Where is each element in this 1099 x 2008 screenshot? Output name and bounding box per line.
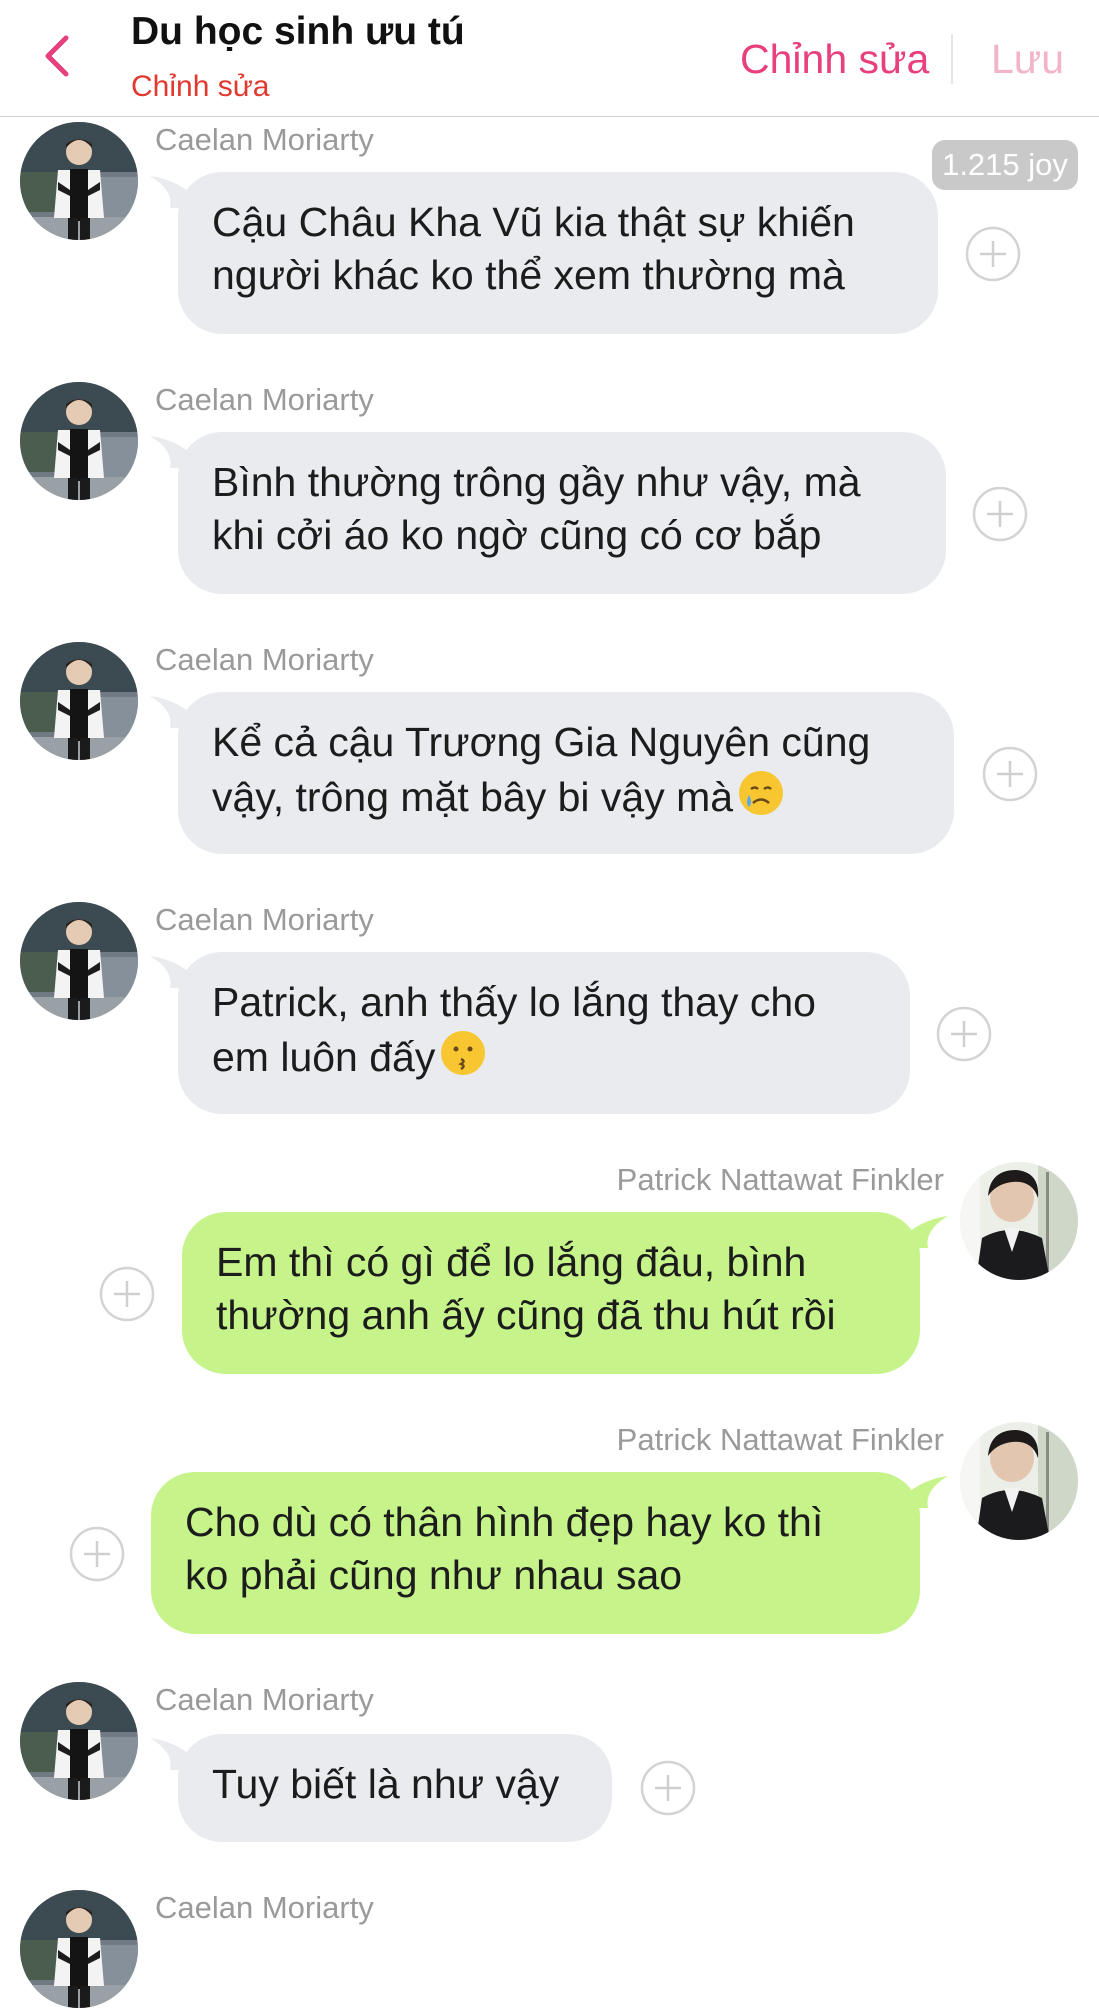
sender-name: Caelan Moriarty xyxy=(155,1682,374,1717)
conversation-title: Du học sinh ưu tú xyxy=(131,10,465,53)
add-reaction-icon[interactable] xyxy=(936,1006,992,1062)
message-line: vậy, trông mặt bây bi vậy mà xyxy=(212,769,924,824)
avatar[interactable] xyxy=(20,642,138,760)
avatar[interactable] xyxy=(20,902,138,1020)
message-line: người khác ko thể xem thường mà xyxy=(212,252,845,298)
kissing-face-icon xyxy=(441,1031,486,1075)
add-reaction-icon[interactable] xyxy=(972,486,1028,542)
message-bubble[interactable]: Tuy biết là như vậy xyxy=(178,1734,612,1842)
app-header: Du học sinh ưu tú Chỉnh sửa Chỉnh sửa Lư… xyxy=(0,0,1099,117)
sender-name: Caelan Moriarty xyxy=(155,122,374,157)
add-reaction-icon[interactable] xyxy=(965,226,1021,282)
sender-name: Patrick Nattawat Finkler xyxy=(616,1162,944,1197)
sender-name: Caelan Moriarty xyxy=(155,902,374,937)
add-reaction-icon[interactable] xyxy=(69,1526,125,1582)
back-arrow-icon[interactable] xyxy=(38,34,78,78)
add-reaction-icon[interactable] xyxy=(99,1266,155,1322)
avatar[interactable] xyxy=(960,1422,1078,1540)
avatar[interactable] xyxy=(960,1162,1078,1280)
avatar[interactable] xyxy=(20,1890,138,2008)
message-bubble[interactable]: Kể cả cậu Trương Gia Nguyên cũng vậy, tr… xyxy=(178,692,954,854)
conversation-subtitle: Chỉnh sửa xyxy=(131,70,270,103)
sender-name: Caelan Moriarty xyxy=(155,382,374,417)
message-line: Patrick, anh thấy lo lắng thay cho xyxy=(212,979,816,1025)
edit-button[interactable]: Chỉnh sửa xyxy=(740,36,929,83)
message-bubble[interactable]: Bình thường trông gầy như vậy, mà khi cở… xyxy=(178,432,946,594)
avatar[interactable] xyxy=(20,1682,138,1800)
message-line-text: vậy, trông mặt bây bi vậy mà xyxy=(212,774,734,820)
sender-name: Caelan Moriarty xyxy=(155,1890,374,1925)
joy-count-badge: 1.215 joy xyxy=(932,140,1078,190)
message-line: ko phải cũng như nhau sao xyxy=(185,1552,683,1598)
message-line: Cậu Châu Kha Vũ kia thật sự khiến xyxy=(212,199,855,245)
message-line: Kể cả cậu Trương Gia Nguyên cũng xyxy=(212,719,871,765)
header-divider xyxy=(951,34,953,84)
avatar[interactable] xyxy=(20,382,138,500)
message-bubble[interactable]: Patrick, anh thấy lo lắng thay cho em lu… xyxy=(178,952,910,1114)
message-line: Cho dù có thân hình đẹp hay ko thì xyxy=(185,1499,824,1545)
message-bubble[interactable]: Em thì có gì để lo lắng đâu, bình thường… xyxy=(182,1212,920,1374)
message-bubble[interactable]: Cậu Châu Kha Vũ kia thật sự khiến người … xyxy=(178,172,938,334)
message-line: Tuy biết là như vậy xyxy=(212,1761,560,1807)
message-line: Bình thường trông gầy như vậy, mà xyxy=(212,459,861,505)
sender-name: Caelan Moriarty xyxy=(155,642,374,677)
message-line: em luôn đấy xyxy=(212,1029,880,1084)
add-reaction-icon[interactable] xyxy=(982,746,1038,802)
message-line: khi cởi áo ko ngờ cũng có cơ bắp xyxy=(212,512,822,558)
add-reaction-icon[interactable] xyxy=(640,1760,696,1816)
message-line-text: em luôn đấy xyxy=(212,1034,436,1080)
sender-name: Patrick Nattawat Finkler xyxy=(616,1422,944,1457)
save-button[interactable]: Lưu xyxy=(991,36,1064,83)
message-bubble[interactable]: Cho dù có thân hình đẹp hay ko thì ko ph… xyxy=(151,1472,920,1634)
avatar[interactable] xyxy=(20,122,138,240)
sad-tear-face-icon xyxy=(739,771,784,815)
message-line: Em thì có gì để lo lắng đâu, bình xyxy=(216,1239,807,1285)
message-line: thường anh ấy cũng đã thu hút rồi xyxy=(216,1292,836,1338)
